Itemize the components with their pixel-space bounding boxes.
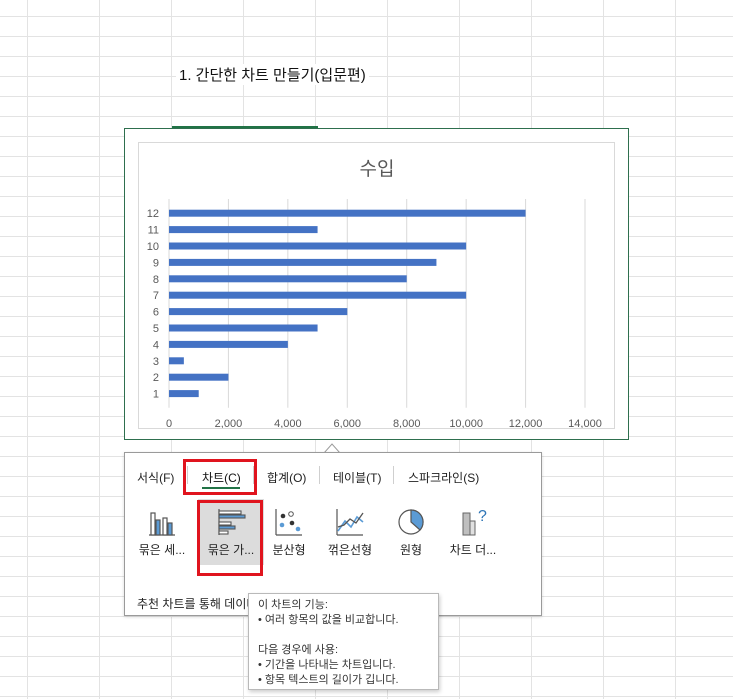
clustered-column-icon — [149, 512, 175, 536]
line-chart-label: 꺾은선형 — [327, 543, 373, 557]
x-tick-label: 2,000 — [215, 418, 243, 428]
tab-formatting[interactable]: 서식(F) — [137, 469, 174, 486]
svg-text:?: ? — [478, 508, 487, 525]
y-tick-label: 6 — [153, 307, 159, 319]
bar — [169, 308, 348, 316]
highlight-box-charts-tab — [183, 459, 257, 495]
x-tick-label: 10,000 — [449, 418, 483, 428]
chart-title: 수입 — [360, 158, 395, 180]
tooltip-line: • 항목 텍스트의 길이가 깁니다. — [258, 674, 399, 686]
x-tick-label: 14,000 — [568, 418, 602, 428]
tab-totals[interactable]: 합계(O) — [267, 469, 306, 486]
x-tick-label: 4,000 — [274, 418, 302, 428]
bar — [169, 324, 318, 332]
more-charts-button[interactable]: ? 차트 더... — [440, 499, 506, 565]
highlight-box-clustered-bar — [197, 500, 263, 576]
y-tick-label: 9 — [153, 257, 159, 269]
tab-sparklines[interactable]: 스파크라인(S) — [408, 469, 479, 486]
y-tick-label: 3 — [153, 356, 159, 368]
y-tick-label: 7 — [153, 290, 159, 302]
y-tick-label: 2 — [153, 372, 159, 384]
tooltip-line: • 기간을 나타내는 차트입니다. — [258, 659, 396, 671]
pie-chart-icon — [398, 509, 424, 535]
bar — [169, 291, 467, 299]
chart-tooltip: 이 차트의 기능: • 여러 항목의 값을 비교합니다. 다음 경우에 사용: … — [248, 593, 439, 690]
y-tick-label: 4 — [153, 339, 159, 351]
line-chart-icon — [336, 509, 364, 536]
scatter-label: 분산형 — [272, 543, 306, 557]
bar — [169, 373, 229, 381]
x-tick-label: 8,000 — [393, 418, 421, 428]
bar — [169, 340, 288, 348]
y-tick-label: 10 — [147, 241, 159, 253]
sheet-title: 1. 간단한 차트 만들기(입문편) — [176, 64, 369, 85]
bar — [169, 242, 467, 250]
x-tick-label: 6,000 — [334, 418, 362, 428]
bar — [169, 209, 526, 217]
clustered-column-label: 묶은 세... — [138, 543, 186, 557]
bar — [169, 357, 184, 365]
scatter-button[interactable]: 분산형 — [256, 499, 322, 565]
bar — [169, 258, 437, 266]
pie-chart-label: 원형 — [399, 543, 423, 557]
tooltip-line: • 여러 항목의 값을 비교합니다. — [258, 614, 399, 626]
chart-type-list: 묶은 세... 묶은 가... 분산형 꺾은선형 원형 ? 차트 더... — [125, 499, 541, 569]
x-tick-label: 12,000 — [509, 418, 543, 428]
line-chart-button[interactable]: 꺾은선형 — [317, 499, 383, 565]
pie-chart-button[interactable]: 원형 — [378, 499, 444, 565]
y-tick-label: 12 — [147, 208, 159, 220]
y-tick-label: 11 — [148, 225, 159, 237]
more-charts-label: 차트 더... — [449, 543, 497, 557]
more-charts-icon: ? — [462, 508, 487, 536]
bar-chart: 수입 123456789101112 0 2,000 4,000 6,000 8,000… — [147, 158, 602, 428]
tooltip-subtitle: 다음 경우에 사용: — [258, 644, 339, 656]
y-tick-label: 5 — [153, 323, 159, 335]
tab-separator — [393, 466, 394, 484]
tooltip-title: 이 차트의 기능: — [258, 599, 328, 611]
bar — [169, 226, 318, 234]
chart-preview-popup: 수입 1 2 3 4 5 6 7 8 9 10 11 12 0 2,000 4,000 6,000 8,000… — [124, 128, 629, 440]
y-tick-label: 1 — [153, 389, 159, 401]
y-tick-label: 8 — [153, 274, 159, 286]
scatter-icon — [275, 509, 302, 536]
tab-tables[interactable]: 테이블(T) — [333, 469, 381, 486]
tab-separator — [319, 466, 320, 484]
bar — [169, 390, 199, 398]
clustered-column-button[interactable]: 묶은 세... — [129, 499, 195, 565]
chart-area: 수입 1 2 3 4 5 6 7 8 9 10 11 12 0 2,000 4,000 6,000 8,000… — [138, 142, 615, 429]
recommend-hint-text: 추천 차트를 통해 데이터 — [137, 597, 257, 611]
x-tick-label: 0 — [166, 418, 172, 428]
bar — [169, 275, 407, 283]
